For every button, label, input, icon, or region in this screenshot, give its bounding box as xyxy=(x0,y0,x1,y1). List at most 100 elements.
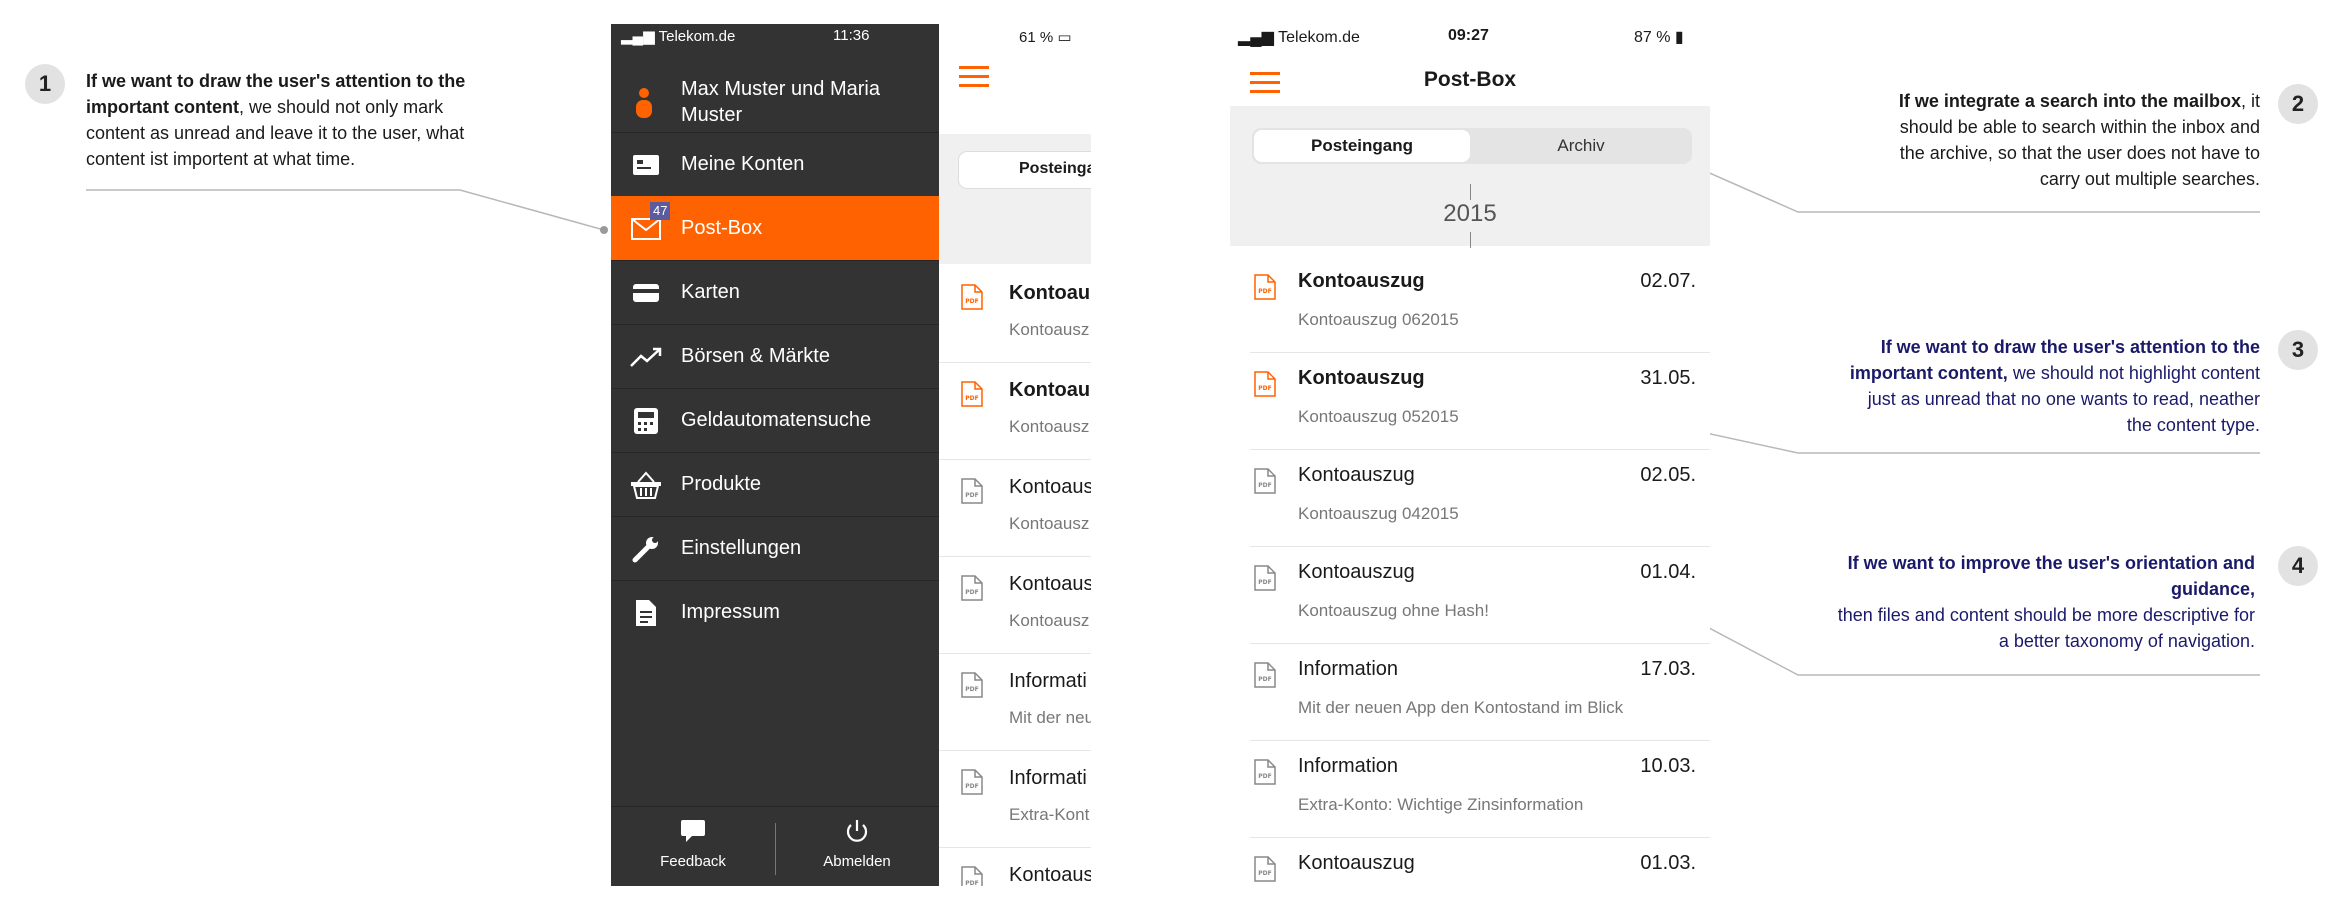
annotation-number-2: 2 xyxy=(2278,84,2318,124)
pdf-icon: PDF xyxy=(1254,856,1276,886)
item-title: Informati xyxy=(1009,670,1087,692)
battery-icon: ▮ xyxy=(1674,29,1684,46)
battery-icon: ▭ xyxy=(1057,29,1072,46)
item-subtitle: Kontoauszug 062015 xyxy=(1298,310,1459,329)
svg-text:PDF: PDF xyxy=(965,492,978,499)
annotation-number-4: 4 xyxy=(2278,546,2318,586)
item-title: Kontoauszug xyxy=(1298,270,1425,292)
svg-text:PDF: PDF xyxy=(1258,288,1271,295)
list-item[interactable]: PDF Kontoauszug 01.03. xyxy=(1250,838,1710,886)
pdf-icon: PDF xyxy=(961,381,983,412)
list-item[interactable]: PDF Information 10.03. Extra-Konto: Wichtig… xyxy=(1250,741,1710,838)
postbox-screen: ▂▄▆ Telekom.de 09:27 87 % ▮ Post-Box Pos… xyxy=(1230,24,1710,886)
item-date: 02.05. xyxy=(1640,464,1696,486)
menu-item-produkte[interactable]: Produkte xyxy=(611,452,939,516)
feedback-button[interactable]: Feedback xyxy=(611,819,775,870)
item-subtitle: Kontoauszug 052015 xyxy=(1298,407,1459,426)
pdf-icon: PDF xyxy=(961,478,983,509)
page-title: Post-Box xyxy=(1423,68,1517,91)
list-item[interactable]: PDF Information 17.03. Mit der neuen App de… xyxy=(1250,644,1710,741)
list-item[interactable]: PDF Kontoauszug 02.05. Kontoauszug 042015 xyxy=(1250,450,1710,547)
year-tick-top xyxy=(1470,184,1471,200)
wrench-icon xyxy=(611,535,681,563)
menu-item-post-box[interactable]: 47 Post-Box xyxy=(611,196,939,260)
item-date: 10.03. xyxy=(1640,755,1696,777)
mail-icon: 47 xyxy=(611,201,681,240)
svg-text:PDF: PDF xyxy=(1258,676,1271,683)
list-item[interactable]: PDF Kontoauszug 02.07. Kontoauszug 062015 xyxy=(1250,256,1710,353)
item-title: Information xyxy=(1298,755,1399,777)
item-subtitle: Kontoausz xyxy=(1009,514,1090,533)
chat-icon xyxy=(611,819,775,847)
user-name: Max Muster und Maria Muster xyxy=(681,78,880,126)
menu-item-einstellungen[interactable]: Einstellungen xyxy=(611,516,939,580)
menu-item-boersen[interactable]: Börsen & Märkte xyxy=(611,324,939,388)
item-date: 01.04. xyxy=(1640,561,1696,583)
annotation-number-1: 1 xyxy=(25,64,65,104)
hamburger-icon[interactable] xyxy=(959,66,989,93)
item-date: 02.07. xyxy=(1640,270,1696,292)
pdf-icon: PDF xyxy=(961,672,983,703)
list-item[interactable]: PDF Kontoaus Kontoausz xyxy=(939,460,1091,557)
basket-icon xyxy=(611,470,681,499)
pdf-icon: PDF xyxy=(961,575,983,606)
item-date: 31.05. xyxy=(1640,367,1696,389)
pdf-icon: PDF xyxy=(1254,759,1276,790)
battery-status: 87 % ▮ xyxy=(1634,29,1684,46)
svg-text:PDF: PDF xyxy=(1258,579,1271,586)
tab-archiv[interactable]: Archiv xyxy=(1472,130,1690,162)
pdf-icon: PDF xyxy=(1254,274,1276,305)
annotation-text-4: If we want to improve the user's orienta… xyxy=(1837,553,2255,651)
menu-item-impressum[interactable]: Impressum xyxy=(611,580,939,644)
trend-icon xyxy=(611,346,681,368)
list-item[interactable]: PDF Kontoauszug 31.05. Kontoauszug 052015 xyxy=(1250,353,1710,450)
item-title: Kontoaus xyxy=(1009,282,1091,304)
list-item[interactable]: PDF Kontoaus Kontoausz xyxy=(939,557,1091,654)
drawer-footer: Feedback Abmelden xyxy=(611,806,939,886)
account-card-icon xyxy=(611,154,681,176)
item-subtitle: Extra-Konto: Wichtige Zinsinformation xyxy=(1298,795,1584,814)
menu-item-geldautomaten[interactable]: Geldautomatensuche xyxy=(611,388,939,452)
menu-item-karten[interactable]: Karten xyxy=(611,260,939,324)
year-label: 2015 xyxy=(1443,200,1497,227)
annotation-text-1: If we want to draw the user's attention … xyxy=(86,71,466,169)
list-item[interactable]: PDF Kontoaus xyxy=(939,848,1091,886)
side-drawer: ▂▄▆ Telekom.de 11:36 Max Muster und Mari… xyxy=(611,24,939,886)
nav-header: Post-Box xyxy=(1230,60,1710,106)
document-icon xyxy=(611,599,681,627)
pdf-icon: PDF xyxy=(961,284,983,315)
svg-text:PDF: PDF xyxy=(965,589,978,596)
atm-icon xyxy=(611,407,681,435)
tab-posteingang-partial[interactable]: Posteinga xyxy=(959,152,1091,188)
item-title: Kontoaus xyxy=(1009,864,1091,886)
logout-button[interactable]: Abmelden xyxy=(775,819,939,870)
tab-posteingang[interactable]: Posteingang xyxy=(1254,130,1470,162)
pdf-icon: PDF xyxy=(961,769,983,800)
item-title: Kontoauszug xyxy=(1298,367,1425,389)
item-title: Kontoauszug xyxy=(1298,464,1415,486)
list-item[interactable]: PDF Kontoaus Kontoausz xyxy=(939,266,1091,363)
power-icon xyxy=(775,819,939,849)
postbox-list-behind: 61 % ▭ Posteinga PDFKontoausKontoauszPDF… xyxy=(939,24,1091,886)
person-icon xyxy=(635,88,653,123)
credit-card-icon xyxy=(611,283,681,303)
list-item[interactable]: PDF Informati Extra-Kont xyxy=(939,751,1091,848)
item-title: Kontoaus xyxy=(1009,573,1091,595)
menu-item-meine-konten[interactable]: Meine Konten xyxy=(611,132,939,196)
carrier-label: ▂▄▆ Telekom.de xyxy=(621,28,736,45)
user-profile[interactable]: Max Muster und Maria Muster xyxy=(611,70,939,132)
status-time: 11:36 xyxy=(833,27,870,44)
list-item[interactable]: PDF Kontoauszug 01.04. Kontoauszug ohne Has… xyxy=(1250,547,1710,644)
annotation-text-2: If we integrate a search into the mailbo… xyxy=(1898,91,2260,189)
item-subtitle: Kontoausz xyxy=(1009,611,1090,630)
svg-text:PDF: PDF xyxy=(1258,773,1271,780)
status-bar: ▂▄▆ Telekom.de 09:27 87 % ▮ xyxy=(1238,27,1684,46)
year-tick-bottom xyxy=(1470,232,1471,248)
battery-status: 61 % ▭ xyxy=(1019,29,1072,46)
status-time: 09:27 xyxy=(1448,27,1489,44)
status-bar: ▂▄▆ Telekom.de 11:36 xyxy=(611,24,939,46)
list-item[interactable]: PDF Informati Mit der neu xyxy=(939,654,1091,751)
list-item[interactable]: PDF Kontoaus Kontoausz xyxy=(939,363,1091,460)
pdf-icon: PDF xyxy=(1254,468,1276,499)
svg-text:PDF: PDF xyxy=(965,686,978,693)
